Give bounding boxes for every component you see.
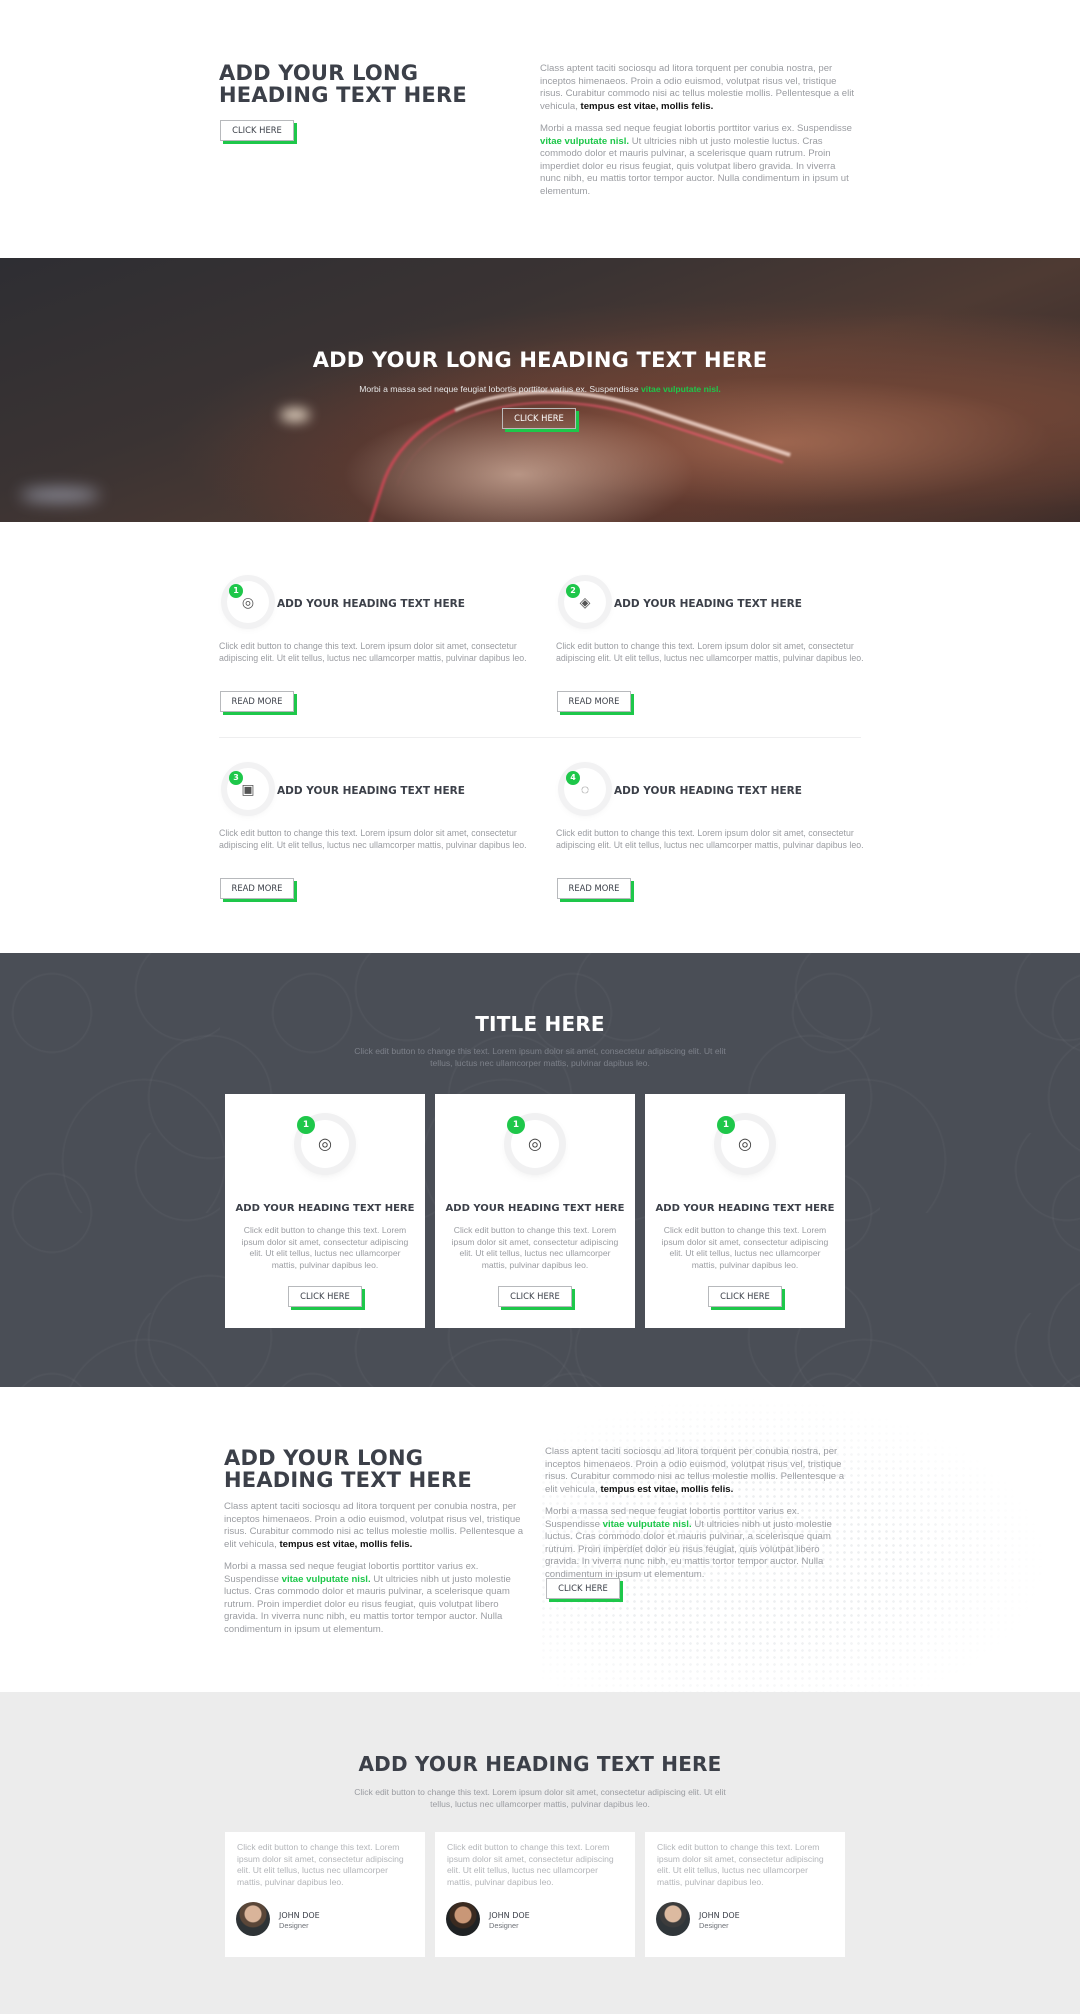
intro-p1-bold: tempus est vitae, mollis felis.: [580, 100, 714, 112]
feature-text: Click edit button to change this text. L…: [219, 641, 527, 663]
testimonial-role: Designer: [699, 1921, 729, 1930]
feature-read-more-button[interactable]: READ MORE: [557, 691, 631, 712]
about-section: ADD YOUR LONG HEADING TEXT HERE Class ap…: [0, 1387, 1080, 1692]
testimonials-section: ADD YOUR HEADING TEXT HERE Click edit bu…: [0, 1692, 1080, 2014]
testimonial-text: Click edit button to change this text. L…: [447, 1842, 614, 1887]
card-number-badge: 1: [507, 1116, 525, 1134]
hero-text-highlight: vitae vulputate nisl.: [641, 384, 721, 394]
hero-light: [280, 408, 310, 422]
testimonial-name: JOHN DOE: [279, 1911, 320, 1920]
testimonial-name: JOHN DOE: [699, 1911, 740, 1920]
testimonial-text: Click edit button to change this text. L…: [237, 1842, 404, 1887]
card-text: Click edit button to change this text. L…: [451, 1225, 619, 1270]
testimonial-card: Click edit button to change this text. L…: [225, 1832, 425, 1957]
intro-section: ADD YOUR LONG HEADING TEXT HERE CLICK HE…: [0, 0, 1080, 258]
hero-click-button[interactable]: CLICK HERE: [502, 408, 576, 429]
service-card: ◎ 1 ADD YOUR HEADING TEXT HERE Click edi…: [645, 1094, 845, 1328]
about-left-paragraph-2: Morbi a massa sed neque feugiat lobortis…: [224, 1561, 530, 1636]
hero-banner: ADD YOUR LONG HEADING TEXT HERE Morbi a …: [0, 258, 1080, 522]
testimonials-heading: ADD YOUR HEADING TEXT HERE: [358, 1752, 722, 1776]
testimonials-subtitle: Click edit button to change this text. L…: [354, 1787, 726, 1809]
about-heading: ADD YOUR LONG HEADING TEXT HERE: [224, 1446, 472, 1492]
feature-text: Click edit button to change this text. L…: [556, 641, 864, 663]
hero-light-2: [20, 488, 100, 502]
card-number-badge: 1: [717, 1116, 735, 1134]
intro-heading: ADD YOUR LONG HEADING TEXT HERE: [219, 61, 467, 107]
about-right-p1-bold: tempus est vitae, mollis felis.: [600, 1483, 734, 1495]
about-left-p2-highlight: vitae vulputate nisl.: [281, 1573, 371, 1585]
hero-heading: ADD YOUR LONG HEADING TEXT HERE: [312, 348, 768, 372]
services-title: TITLE HERE: [475, 1012, 605, 1036]
avatar: [656, 1902, 690, 1936]
feature-title: ADD YOUR HEADING TEXT HERE: [614, 598, 802, 610]
hero-text: Morbi a massa sed neque feugiat lobortis…: [0, 384, 1080, 394]
feature-title: ADD YOUR HEADING TEXT HERE: [614, 785, 802, 797]
intro-click-button[interactable]: CLICK HERE: [220, 120, 294, 141]
about-left-paragraph-1: Class aptent taciti sociosqu ad litora t…: [224, 1501, 530, 1551]
feature-number-badge: 2: [566, 584, 580, 598]
service-card: ◎ 1 ADD YOUR HEADING TEXT HERE Click edi…: [225, 1094, 425, 1328]
card-click-button[interactable]: CLICK HERE: [288, 1286, 362, 1307]
feature-read-more-button[interactable]: READ MORE: [557, 878, 631, 899]
feature-number-badge: 1: [229, 584, 243, 598]
intro-paragraph-1: Class aptent taciti sociosqu ad litora t…: [540, 63, 856, 113]
hero-text-main: Morbi a massa sed neque feugiat lobortis…: [359, 384, 642, 394]
testimonial-role: Designer: [489, 1921, 519, 1930]
card-text: Click edit button to change this text. L…: [241, 1225, 409, 1270]
about-right-p2-highlight: vitae vulputate nisl.: [602, 1518, 692, 1530]
feature-text: Click edit button to change this text. L…: [556, 828, 864, 850]
intro-paragraph-2: Morbi a massa sed neque feugiat lobortis…: [540, 123, 856, 198]
card-text: Click edit button to change this text. L…: [661, 1225, 829, 1270]
services-subtitle: Click edit button to change this text. L…: [354, 1046, 726, 1068]
feature-number-badge: 4: [566, 771, 580, 785]
card-click-button[interactable]: CLICK HERE: [498, 1286, 572, 1307]
services-section: TITLE HERE Click edit button to change t…: [0, 953, 1080, 1387]
card-title: ADD YOUR HEADING TEXT HERE: [655, 1203, 835, 1214]
about-click-button[interactable]: CLICK HERE: [546, 1578, 620, 1599]
feature-read-more-button[interactable]: READ MORE: [220, 691, 294, 712]
feature-text: Click edit button to change this text. L…: [219, 828, 527, 850]
card-title: ADD YOUR HEADING TEXT HERE: [445, 1203, 625, 1214]
about-left-p1-bold: tempus est vitae, mollis felis.: [279, 1538, 413, 1550]
testimonial-card: Click edit button to change this text. L…: [645, 1832, 845, 1957]
features-section: ◎ 1 ADD YOUR HEADING TEXT HERE Click edi…: [0, 522, 1080, 953]
testimonial-text: Click edit button to change this text. L…: [657, 1842, 824, 1887]
about-right-paragraph-2: Morbi a massa sed neque feugiat lobortis…: [545, 1506, 855, 1581]
card-number-badge: 1: [297, 1116, 315, 1134]
service-card: ◎ 1 ADD YOUR HEADING TEXT HERE Click edi…: [435, 1094, 635, 1328]
testimonial-role: Designer: [279, 1921, 309, 1930]
feature-title: ADD YOUR HEADING TEXT HERE: [277, 598, 465, 610]
avatar: [446, 1902, 480, 1936]
testimonial-card: Click edit button to change this text. L…: [435, 1832, 635, 1957]
intro-p2-text: Morbi a massa sed neque feugiat lobortis…: [540, 123, 852, 134]
features-divider: [219, 737, 861, 738]
intro-p2-highlight: vitae vulputate nisl.: [540, 135, 630, 147]
feature-number-badge: 3: [229, 771, 243, 785]
feature-read-more-button[interactable]: READ MORE: [220, 878, 294, 899]
card-click-button[interactable]: CLICK HERE: [708, 1286, 782, 1307]
avatar: [236, 1902, 270, 1936]
card-title: ADD YOUR HEADING TEXT HERE: [235, 1203, 415, 1214]
testimonial-name: JOHN DOE: [489, 1911, 530, 1920]
about-right-paragraph-1: Class aptent taciti sociosqu ad litora t…: [545, 1446, 855, 1496]
feature-title: ADD YOUR HEADING TEXT HERE: [277, 785, 465, 797]
